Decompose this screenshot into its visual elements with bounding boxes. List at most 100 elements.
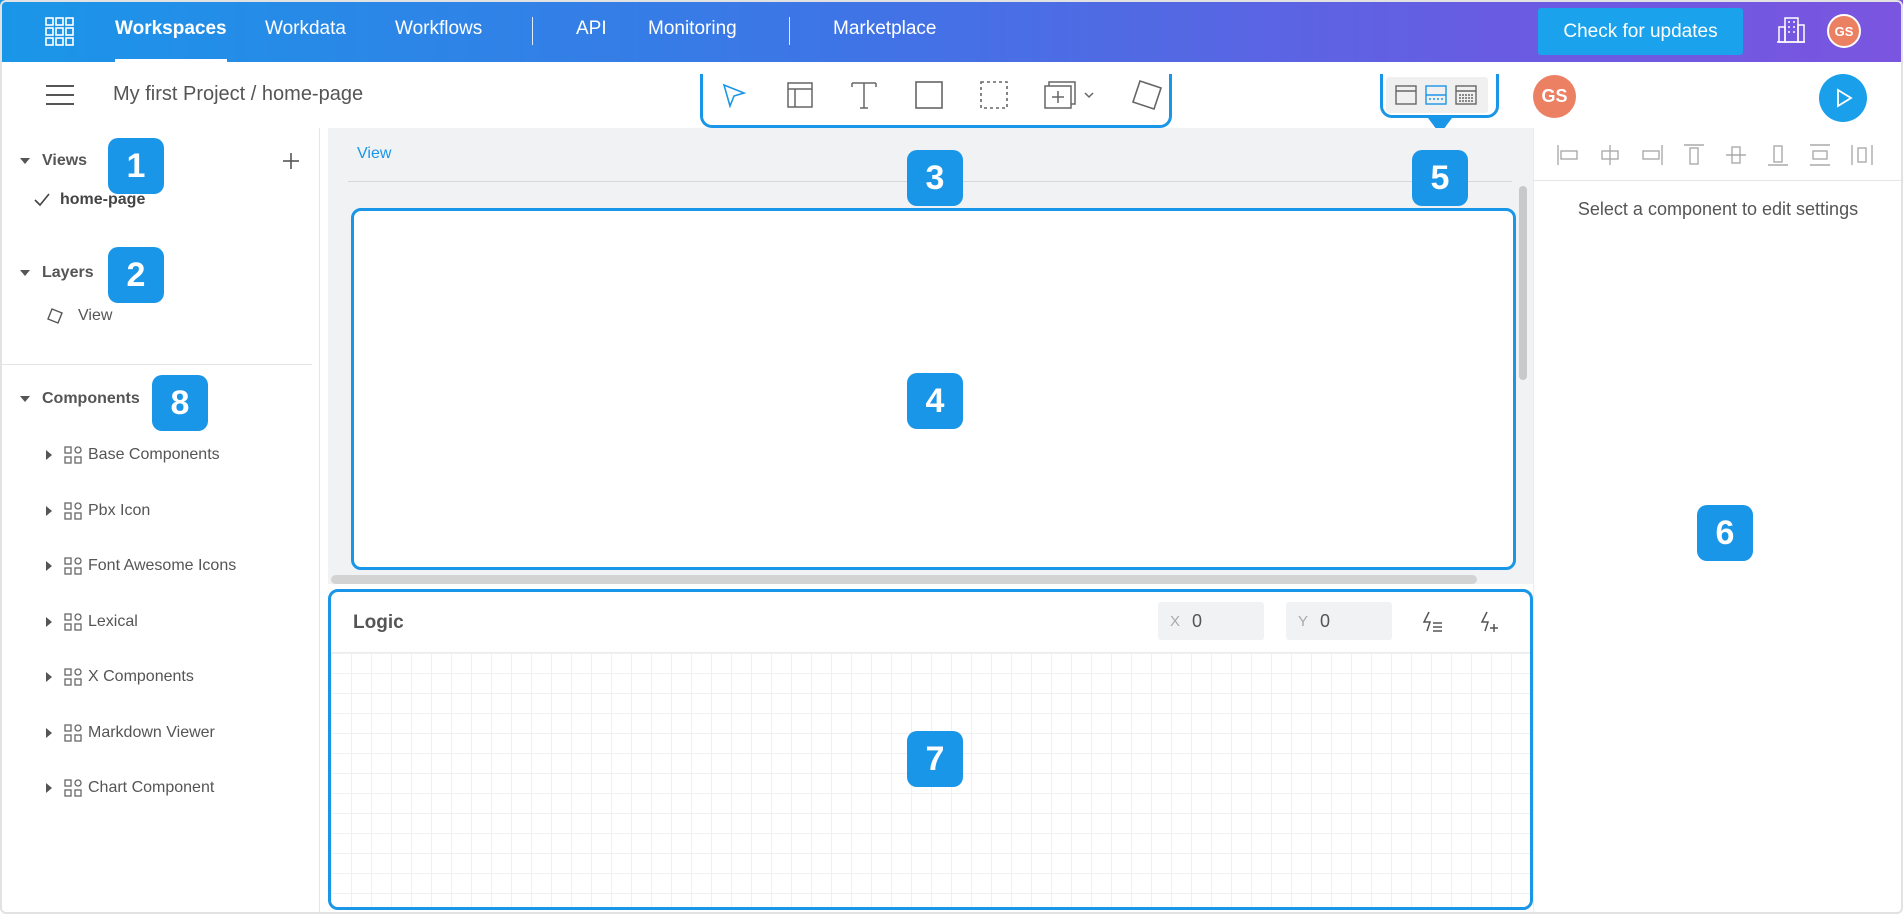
layout-container-icon[interactable] (780, 75, 820, 115)
layer-item-view[interactable]: View (46, 307, 112, 325)
expand-caret-icon (46, 783, 52, 793)
component-group-pbx-icon[interactable]: Pbx Icon (46, 502, 150, 520)
y-coordinate-field: Y (1286, 602, 1392, 640)
user-avatar[interactable]: GS (1827, 14, 1861, 48)
component-group-base-components[interactable]: Base Components (46, 446, 220, 464)
settings-empty-message: Select a component to edit settings (1577, 199, 1859, 219)
apps-grid-icon[interactable] (44, 16, 74, 46)
align-vertical-center-icon[interactable] (1723, 142, 1749, 168)
views-title: Views (42, 152, 88, 169)
rectangle-tool-icon[interactable] (909, 75, 949, 115)
component-group-markdown-viewer[interactable]: Markdown Viewer (46, 724, 215, 742)
callout-badge-6: 6 (1697, 505, 1753, 561)
left-sidebar: Views home-page Layers View Components B… (0, 128, 320, 914)
component-grid-icon (64, 502, 82, 520)
y-coordinate-input[interactable] (1320, 610, 1381, 632)
add-component-dropdown-icon[interactable] (1042, 75, 1100, 115)
expand-caret-icon (46, 561, 52, 571)
views-section-header[interactable]: Views (20, 152, 87, 170)
align-left-icon[interactable] (1555, 142, 1581, 168)
logic-flow-list-icon[interactable] (1420, 609, 1446, 635)
nav-monitoring[interactable]: Monitoring (648, 0, 737, 62)
layers-title: Layers (42, 264, 94, 281)
add-logic-icon[interactable] (1476, 609, 1502, 635)
checkmark-icon (34, 193, 50, 207)
x-axis-label: X (1170, 612, 1181, 630)
callout-badge-7: 7 (907, 731, 963, 787)
canvas-view-tab[interactable]: View (357, 145, 391, 163)
callout-badge-2: 2 (108, 247, 164, 303)
nav-marketplace[interactable]: Marketplace (833, 0, 937, 62)
layer-item-label: View (78, 307, 113, 324)
add-view-plus-icon[interactable] (282, 152, 300, 170)
hamburger-menu-icon[interactable] (46, 84, 74, 106)
sidebar-divider (0, 364, 312, 365)
component-group-label: Markdown Viewer (88, 724, 215, 741)
component-group-label: Lexical (88, 613, 138, 630)
nav-workdata[interactable]: Workdata (265, 0, 346, 62)
component-group-lexical[interactable]: Lexical (46, 613, 138, 631)
text-tool-icon[interactable] (844, 75, 884, 115)
split-view-icon[interactable] (1424, 83, 1448, 107)
distribute-vertical-icon[interactable] (1807, 142, 1833, 168)
callout-badge-8: 8 (152, 375, 208, 431)
components-section-header[interactable]: Components (20, 390, 140, 408)
check-for-updates-button[interactable]: Check for updates (1538, 8, 1743, 55)
design-view-icon[interactable] (1394, 83, 1418, 107)
expand-caret-icon (46, 728, 52, 738)
align-horizontal-center-icon[interactable] (1597, 142, 1623, 168)
component-grid-icon (64, 446, 82, 464)
collaborator-avatar[interactable]: GS (1533, 75, 1576, 118)
select-pointer-icon[interactable] (714, 75, 754, 115)
editor-toolbar: My first Project / home-page GS (0, 62, 1903, 144)
component-grid-icon (64, 557, 82, 575)
collapse-caret-icon (20, 270, 30, 276)
component-grid-icon (64, 613, 82, 631)
align-right-icon[interactable] (1639, 142, 1665, 168)
nav-api[interactable]: API (576, 0, 607, 62)
expand-caret-icon (46, 506, 52, 516)
marquee-select-icon[interactable] (974, 75, 1014, 115)
distribute-horizontal-icon[interactable] (1849, 142, 1875, 168)
callout-badge-3: 3 (907, 150, 963, 206)
component-grid-icon (64, 724, 82, 742)
component-group-label: Chart Component (88, 779, 215, 796)
layers-section-header[interactable]: Layers (20, 264, 94, 282)
callout-badge-1: 1 (108, 138, 164, 194)
canvas-horizontal-scrollbar[interactable] (331, 575, 1477, 584)
component-grid-icon (64, 668, 82, 686)
top-navigation: Workspaces Workdata Workflows API Monito… (0, 0, 1903, 62)
shape-diamond-icon (47, 308, 63, 324)
logic-title: Logic (353, 612, 404, 633)
collapse-caret-icon (20, 158, 30, 164)
y-axis-label: Y (1298, 612, 1309, 630)
organization-building-icon[interactable] (1776, 15, 1806, 45)
callout-badge-4: 4 (907, 373, 963, 429)
x-coordinate-input[interactable] (1192, 610, 1253, 632)
component-group-font-awesome-icons[interactable]: Font Awesome Icons (46, 557, 236, 575)
nav-divider (532, 17, 533, 45)
component-group-label: Font Awesome Icons (88, 557, 237, 574)
view-mode-toggle (1386, 77, 1488, 113)
expand-caret-icon (46, 617, 52, 627)
alignment-toolbar (1555, 142, 1885, 168)
align-bottom-icon[interactable] (1765, 142, 1791, 168)
component-group-chart-component[interactable]: Chart Component (46, 779, 214, 797)
canvas-vertical-scrollbar[interactable] (1519, 186, 1527, 380)
nav-divider (789, 17, 790, 45)
breadcrumb: My first Project / home-page (113, 83, 364, 105)
component-group-x-components[interactable]: X Components (46, 668, 194, 686)
x-coordinate-field: X (1158, 602, 1264, 640)
expand-caret-icon (46, 450, 52, 460)
play-icon (1837, 88, 1853, 108)
nav-workspaces[interactable]: Workspaces (115, 0, 227, 62)
component-grid-icon (64, 779, 82, 797)
nav-workflows[interactable]: Workflows (395, 0, 482, 62)
components-title: Components (42, 390, 140, 407)
component-group-label: X Components (88, 668, 194, 685)
logic-view-icon[interactable] (1454, 83, 1478, 107)
shape-diamond-icon[interactable] (1127, 75, 1167, 115)
component-group-label: Pbx Icon (88, 502, 151, 519)
align-top-icon[interactable] (1681, 142, 1707, 168)
run-preview-button[interactable] (1819, 74, 1867, 122)
